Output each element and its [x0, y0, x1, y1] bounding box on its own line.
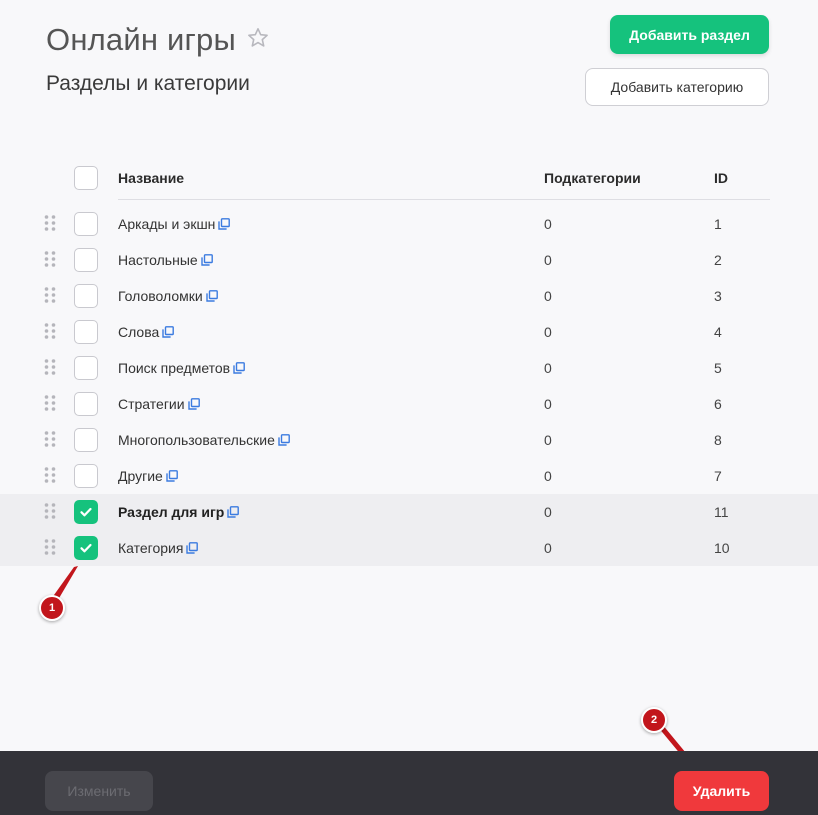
row-id: 3: [714, 288, 722, 304]
row-name-text: Поиск предметов: [118, 360, 231, 376]
row-id: 2: [714, 252, 722, 268]
row-subcategories: 0: [544, 540, 552, 556]
row-checkbox[interactable]: [74, 284, 98, 308]
column-header-subcategories: Подкатегории: [544, 170, 641, 186]
row-name-text: Другие: [118, 468, 163, 484]
table-row[interactable]: Головоломки 0 3: [0, 278, 818, 314]
drag-handle-icon[interactable]: [44, 430, 56, 448]
header-divider: [118, 199, 770, 200]
row-name: Раздел для игр: [118, 504, 240, 521]
external-link-icon[interactable]: [227, 505, 240, 521]
row-name-text: Аркады и экшн: [118, 216, 216, 232]
row-checkbox[interactable]: [74, 320, 98, 344]
select-all-checkbox[interactable]: [74, 166, 98, 190]
star-icon[interactable]: [246, 26, 270, 50]
footer-bar: Изменить Удалить: [0, 751, 818, 815]
external-link-icon[interactable]: [166, 469, 178, 485]
row-checkbox[interactable]: [74, 248, 98, 272]
table-row[interactable]: Настольные 0 2: [0, 242, 818, 278]
row-id: 1: [714, 216, 722, 232]
row-name-text: Слова: [118, 324, 160, 340]
row-checkbox[interactable]: [74, 356, 98, 380]
row-checkbox[interactable]: [74, 392, 98, 416]
drag-handle-icon[interactable]: [44, 250, 56, 268]
row-checkbox[interactable]: [74, 464, 98, 488]
table-row[interactable]: Другие 0 7: [0, 458, 818, 494]
external-link-icon[interactable]: [233, 361, 246, 377]
delete-button[interactable]: Удалить: [674, 771, 769, 811]
drag-handle-icon[interactable]: [44, 358, 56, 376]
table-row[interactable]: Поиск предметов 0 5: [0, 350, 818, 386]
table-row[interactable]: Слова 0 4: [0, 314, 818, 350]
add-category-button[interactable]: Добавить категорию: [585, 68, 769, 106]
callout-badge-1: 1: [39, 595, 65, 621]
row-id: 7: [714, 468, 722, 484]
table-row[interactable]: Категория 0 10: [0, 530, 818, 566]
row-name-text: Настольные: [118, 252, 198, 268]
row-name: Настольные: [118, 252, 213, 269]
page-title: Онлайн игры: [46, 22, 236, 57]
row-name: Стратегии: [118, 396, 200, 413]
row-checkbox[interactable]: [74, 500, 98, 524]
external-link-icon[interactable]: [187, 397, 200, 413]
table-row[interactable]: Аркады и экшн 0 1: [0, 206, 818, 242]
external-link-icon[interactable]: [205, 289, 218, 305]
page-subtitle: Разделы и категории: [46, 72, 250, 95]
drag-handle-icon[interactable]: [44, 214, 56, 232]
row-subcategories: 0: [544, 504, 552, 520]
row-name-text: Многопользовательские: [118, 432, 275, 448]
row-name: Многопользовательские: [118, 432, 290, 449]
drag-handle-icon[interactable]: [44, 466, 56, 484]
row-subcategories: 0: [544, 216, 552, 232]
row-id: 4: [714, 324, 722, 340]
row-name-text: Раздел для игр: [118, 504, 225, 520]
external-link-icon[interactable]: [278, 433, 290, 449]
row-checkbox[interactable]: [74, 428, 98, 452]
row-subcategories: 0: [544, 432, 552, 448]
row-id: 5: [714, 360, 722, 376]
edit-button[interactable]: Изменить: [45, 771, 153, 811]
row-id: 6: [714, 396, 722, 412]
external-link-icon[interactable]: [162, 325, 175, 341]
table-row[interactable]: Стратегии 0 6: [0, 386, 818, 422]
drag-handle-icon[interactable]: [44, 322, 56, 340]
callout-badge-2: 2: [641, 707, 667, 733]
column-header-name: Название: [118, 170, 185, 186]
drag-handle-icon[interactable]: [44, 502, 56, 520]
row-subcategories: 0: [544, 396, 552, 412]
row-id: 8: [714, 432, 722, 448]
row-name: Слова: [118, 324, 175, 341]
row-id: 10: [714, 540, 730, 556]
table-row[interactable]: Многопользовательские 0 8: [0, 422, 818, 458]
external-link-icon[interactable]: [186, 541, 199, 557]
row-subcategories: 0: [544, 288, 552, 304]
row-subcategories: 0: [544, 360, 552, 376]
external-link-icon[interactable]: [200, 253, 213, 269]
drag-handle-icon[interactable]: [44, 538, 56, 556]
row-subcategories: 0: [544, 324, 552, 340]
external-link-icon[interactable]: [218, 217, 231, 233]
row-name: Аркады и экшн: [118, 216, 231, 233]
row-subcategories: 0: [544, 468, 552, 484]
row-name: Головоломки: [118, 288, 218, 305]
column-header-id: ID: [714, 170, 728, 186]
row-checkbox[interactable]: [74, 212, 98, 236]
row-name: Поиск предметов: [118, 360, 246, 377]
row-name-text: Головоломки: [118, 288, 203, 304]
row-checkbox[interactable]: [74, 536, 98, 560]
row-name: Другие: [118, 468, 178, 485]
row-name-text: Категория: [118, 540, 184, 556]
row-id: 11: [714, 504, 729, 520]
drag-handle-icon[interactable]: [44, 394, 56, 412]
drag-handle-icon[interactable]: [44, 286, 56, 304]
row-name: Категория: [118, 540, 199, 557]
row-subcategories: 0: [544, 252, 552, 268]
row-name-text: Стратегии: [118, 396, 185, 412]
add-section-button[interactable]: Добавить раздел: [610, 15, 769, 54]
table-row[interactable]: Раздел для игр 0 11: [0, 494, 818, 530]
table-header: Название Подкатегории ID: [0, 158, 818, 200]
page: Онлайн игры Разделы и категории Добавить…: [0, 0, 818, 815]
